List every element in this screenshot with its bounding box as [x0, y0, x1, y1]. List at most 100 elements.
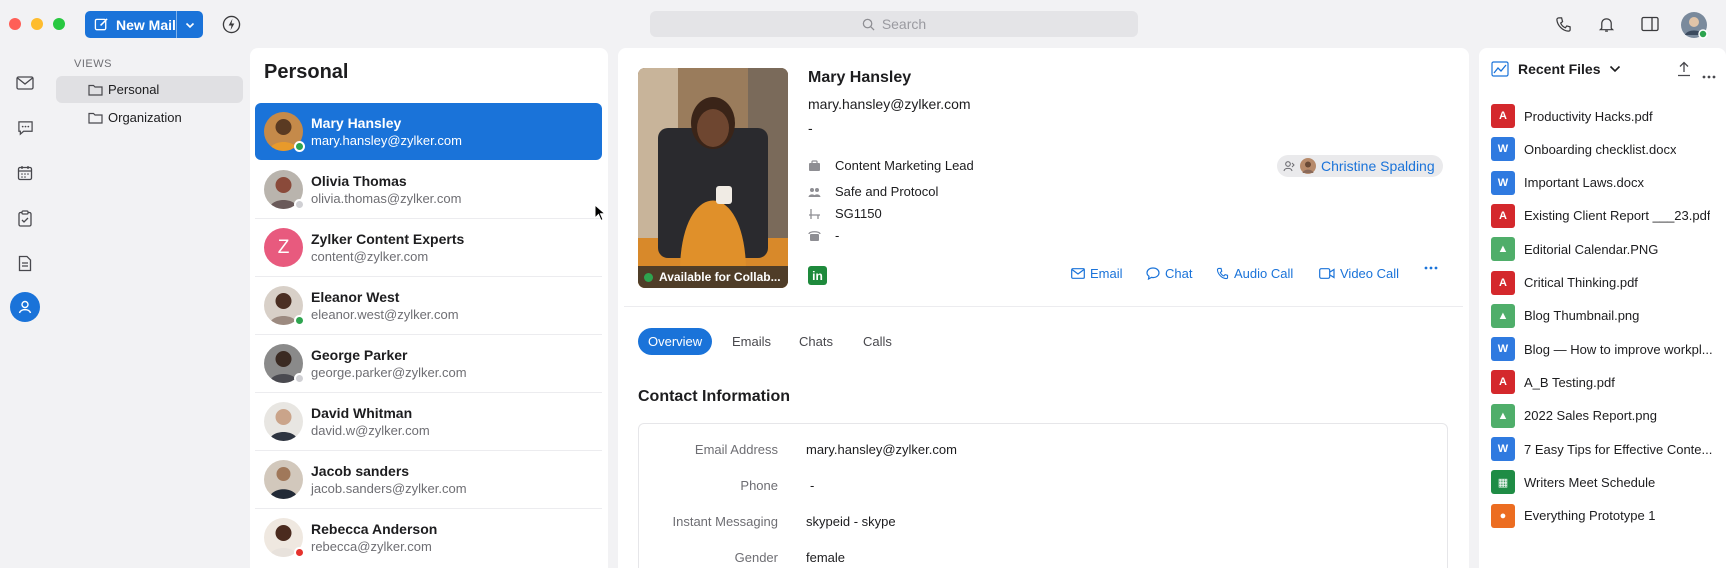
recent-file-item[interactable]: W Blog — How to improve workpl...	[1491, 337, 1719, 362]
avatar-photo	[264, 460, 303, 499]
more-options-button[interactable]	[1702, 67, 1716, 82]
tab-calls[interactable]: Calls	[863, 328, 892, 355]
contact-list-item[interactable]: Z Zylker Content Experts content@zylker.…	[255, 219, 602, 276]
recent-file-item[interactable]: A Existing Client Report ___23.pdf	[1491, 203, 1719, 228]
field-value-email[interactable]: mary.hansley@zylker.com	[806, 442, 957, 457]
avatar	[264, 344, 305, 384]
rail-calendar[interactable]	[12, 160, 38, 186]
tab-emails[interactable]: Emails	[732, 328, 771, 355]
recent-file-item[interactable]: ▲ 2022 Sales Report.png	[1491, 403, 1719, 428]
recent-file-item[interactable]: W Onboarding checklist.docx	[1491, 137, 1719, 162]
sidebar-toggle-icon	[1641, 16, 1659, 32]
new-mail-button[interactable]: New Mail	[85, 11, 177, 38]
chat-action-button[interactable]: Chat	[1146, 266, 1192, 281]
recent-files-header[interactable]: Recent Files	[1491, 61, 1621, 77]
reporting-to-icon	[1283, 161, 1295, 172]
contact-list-item[interactable]: Rebecca Anderson rebecca@zylker.com	[255, 509, 602, 566]
contact-email: content@zylker.com	[311, 249, 429, 264]
recent-files-title: Recent Files	[1518, 61, 1601, 77]
quick-actions-button[interactable]	[220, 13, 242, 35]
pdf-file-icon: A	[1491, 370, 1515, 395]
recent-file-name: 2022 Sales Report.png	[1524, 408, 1657, 424]
department-value: Safe and Protocol	[835, 184, 939, 199]
upload-button[interactable]	[1677, 61, 1691, 80]
toggle-panel-button[interactable]	[1639, 13, 1661, 35]
mail-icon	[16, 76, 34, 90]
video-call-action-button[interactable]: Video Call	[1319, 266, 1399, 281]
recent-file-item[interactable]: A A_B Testing.pdf	[1491, 370, 1719, 395]
minimize-window-button[interactable]	[31, 18, 43, 30]
new-mail-dropdown-button[interactable]	[177, 11, 203, 38]
recent-file-item[interactable]: A Critical Thinking.pdf	[1491, 270, 1719, 295]
zoom-window-button[interactable]	[53, 18, 65, 30]
recent-file-item[interactable]: ▦ Writers Meet Schedule	[1491, 470, 1719, 495]
image-file-icon: ▲	[1491, 303, 1515, 328]
avatar-initial: Z	[264, 228, 303, 267]
contact-list-item[interactable]: David Whitman david.w@zylker.com	[255, 393, 602, 450]
phone-icon	[1216, 267, 1229, 280]
reporting-manager-chip[interactable]: Christine Spalding	[1277, 155, 1443, 177]
more-actions-button[interactable]	[1424, 266, 1438, 270]
recent-file-name: Important Laws.docx	[1524, 175, 1644, 191]
field-value-instant-messaging: skypeid - skype	[806, 514, 896, 529]
view-organization-label: Organization	[108, 110, 182, 125]
audio-call-action-button[interactable]: Audio Call	[1216, 266, 1293, 281]
image-file-icon: ▲	[1491, 403, 1515, 428]
rail-chat[interactable]	[12, 115, 38, 141]
contact-list-item[interactable]: Olivia Thomas olivia.thomas@zylker.com	[255, 161, 602, 218]
contact-list-item[interactable]: Mary Hansley mary.hansley@zylker.com	[255, 103, 602, 160]
rail-tasks[interactable]	[12, 205, 38, 231]
avatar: Z	[264, 228, 303, 267]
view-personal[interactable]: Personal	[56, 76, 243, 103]
rail-mail[interactable]	[12, 70, 38, 96]
contacts-icon	[18, 300, 32, 314]
linkedin-icon: in	[812, 268, 823, 283]
contact-photo-image	[638, 68, 788, 288]
view-organization[interactable]: Organization	[56, 104, 243, 131]
recent-file-item[interactable]: ▲ Editorial Calendar.PNG	[1491, 237, 1719, 262]
recent-file-item[interactable]: W Important Laws.docx	[1491, 170, 1719, 195]
avatar	[264, 460, 303, 499]
status-online-dot	[644, 272, 653, 282]
designation-row: Content Marketing Lead	[808, 158, 974, 173]
avatar	[264, 518, 305, 558]
email-action-button[interactable]: Email	[1071, 266, 1123, 281]
field-label-phone: Phone	[740, 478, 778, 493]
contact-list-item[interactable]: Eleanor West eleanor.west@zylker.com	[255, 277, 602, 334]
rail-notes[interactable]	[12, 250, 38, 276]
video-camera-icon	[1319, 268, 1335, 279]
tab-overview[interactable]: Overview	[638, 328, 713, 355]
recent-file-item[interactable]: W 7 Easy Tips for Effective Conte...	[1491, 437, 1719, 461]
seat-icon	[809, 208, 820, 219]
avatar	[264, 402, 303, 441]
phone-button[interactable]	[1552, 13, 1574, 35]
contact-information-heading: Contact Information	[638, 388, 790, 405]
field-label-email: Email Address	[694, 442, 778, 457]
contact-name: Mary Hansley	[311, 115, 402, 131]
image-file-icon: ▲	[1491, 237, 1515, 262]
recent-file-name: Everything Prototype 1	[1524, 508, 1656, 524]
recent-file-item[interactable]: ● Everything Prototype 1	[1491, 503, 1719, 528]
recent-file-item[interactable]: A Productivity Hacks.pdf	[1491, 104, 1719, 128]
audio-call-action-label: Audio Call	[1234, 266, 1294, 281]
department-row: Safe and Protocol	[808, 184, 938, 199]
recent-file-name: 7 Easy Tips for Effective Conte...	[1524, 441, 1713, 457]
contact-detail-email[interactable]: mary.hansley@zylker.com	[808, 96, 971, 112]
close-window-button[interactable]	[9, 18, 21, 30]
new-mail-button-group: New Mail	[85, 11, 203, 38]
recent-file-name: Blog — How to improve workpl...	[1524, 341, 1713, 357]
spreadsheet-icon: ▦	[1491, 470, 1515, 495]
notifications-button[interactable]	[1595, 13, 1617, 35]
recent-file-name: Writers Meet Schedule	[1524, 474, 1656, 490]
rail-contacts[interactable]	[10, 292, 40, 322]
manager-name: Christine Spalding	[1321, 158, 1435, 174]
extension-value: -	[835, 228, 840, 243]
contact-list-item[interactable]: George Parker george.parker@zylker.com	[255, 335, 602, 392]
recent-file-item[interactable]: ▲ Blog Thumbnail.png	[1491, 303, 1719, 328]
contact-list-item[interactable]: Jacob sanders jacob.sanders@zylker.com	[255, 451, 602, 508]
profile-avatar[interactable]	[1680, 11, 1708, 39]
chat-action-label: Chat	[1165, 266, 1193, 281]
linkedin-button[interactable]: in	[808, 266, 827, 285]
search-input[interactable]: Search	[650, 11, 1138, 37]
tab-chats[interactable]: Chats	[799, 328, 833, 355]
